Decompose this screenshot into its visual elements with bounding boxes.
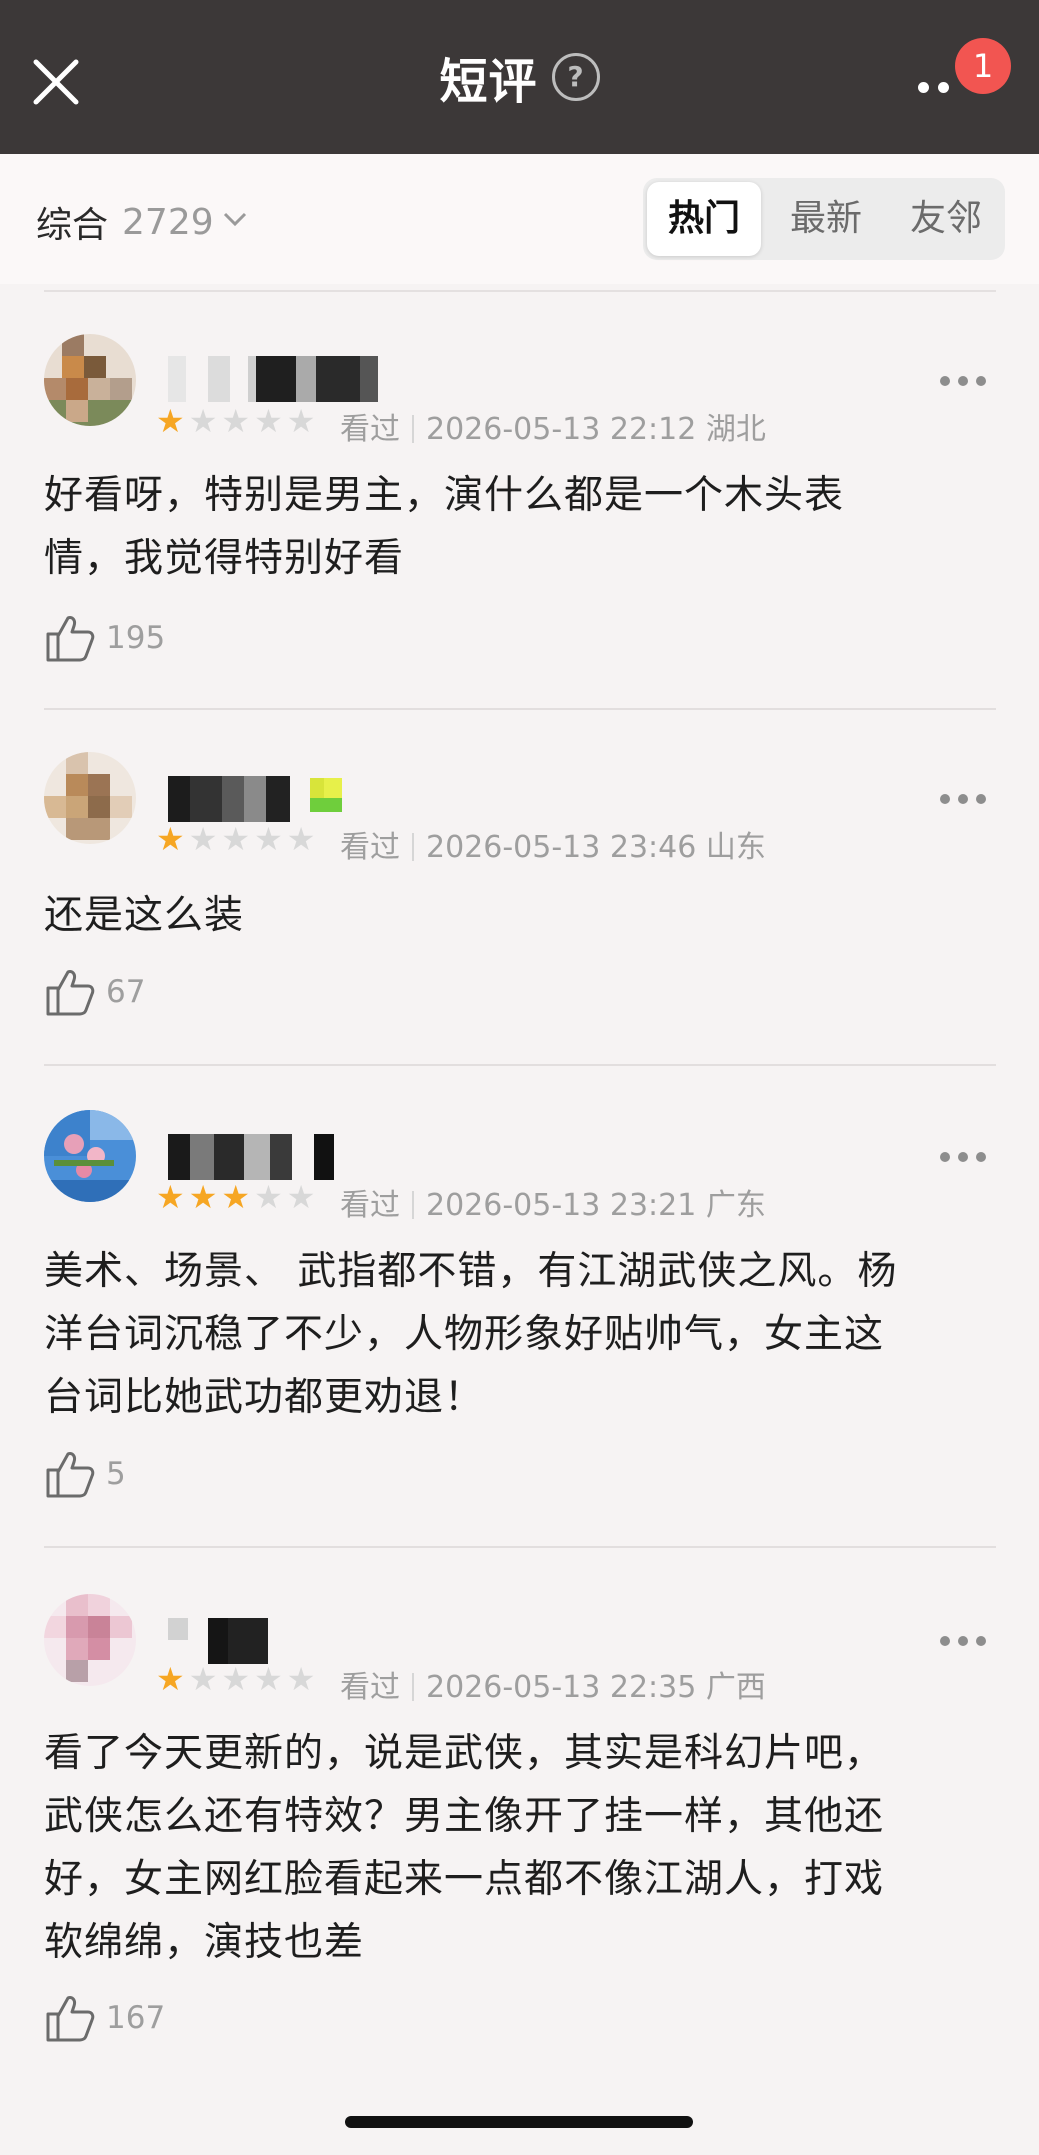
star-icon: ★ xyxy=(156,1660,185,1698)
username-mosaic xyxy=(168,1134,336,1180)
star-icon: ★ xyxy=(286,820,316,858)
notification-badge[interactable]: 1 xyxy=(955,38,1011,94)
username-mosaic xyxy=(168,1618,278,1664)
like-count: 5 xyxy=(106,1456,126,1492)
title-group: 短评 ? xyxy=(0,0,1039,154)
star-icon: ★ xyxy=(156,402,185,440)
review-text: 看了今天更新的，说是武侠，其实是科幻片吧， 武侠怎么还有特效？男主像开了挂一样，… xyxy=(44,1722,994,1974)
top-navigation-bar: 短评 ? 1 xyxy=(0,0,1039,154)
tab-latest[interactable]: 最新 xyxy=(767,178,885,260)
thumbs-up-icon xyxy=(46,1996,95,2042)
username-mosaic xyxy=(168,776,358,822)
star-icon: ★ xyxy=(221,402,251,440)
thumbs-up-icon xyxy=(46,970,95,1016)
star-icon: ★ xyxy=(156,820,185,858)
review-text: 好看呀，特别是男主，演什么都是一个木头表 情，我觉得特别好看 xyxy=(44,464,994,590)
avatar[interactable] xyxy=(44,334,136,426)
star-icon: ★ xyxy=(156,1178,185,1216)
star-icon: ★ xyxy=(221,820,251,858)
star-icon: ★ xyxy=(254,1178,283,1216)
star-icon: ★ xyxy=(188,1660,218,1698)
star-icon: ★ xyxy=(286,1660,316,1698)
thumbs-up-icon xyxy=(46,616,95,662)
avatar[interactable] xyxy=(44,1110,136,1202)
chevron-down-icon xyxy=(223,212,246,227)
tab-hot[interactable]: 热门 xyxy=(647,182,761,256)
review-time: 2026-05-13 22:35 xyxy=(426,1670,697,1705)
review-time: 2026-05-13 22:12 xyxy=(426,412,697,447)
review-time: 2026-05-13 23:46 xyxy=(426,830,697,865)
more-options-icon[interactable] xyxy=(940,790,986,810)
review-text: 还是这么装 xyxy=(44,884,994,947)
review-text-line: 好看呀，特别是男主，演什么都是一个木头表 xyxy=(44,473,845,518)
divider xyxy=(44,708,996,710)
review-location: 广西 xyxy=(705,1670,766,1705)
like-button[interactable]: 195 xyxy=(44,612,165,664)
star-rating: ★ ★ ★ ★ ★ xyxy=(156,404,315,438)
filter-bar: 综合 2729 热门 最新 友邻 xyxy=(0,154,1039,284)
sort-label: 综合 xyxy=(36,205,109,246)
star-icon: ★ xyxy=(254,820,283,858)
star-rating: ★ ★ ★ ★ ★ xyxy=(156,1180,315,1214)
star-icon: ★ xyxy=(254,402,283,440)
review-location: 山东 xyxy=(705,830,766,865)
star-icon: ★ xyxy=(188,820,218,858)
review-text: 美术、场景、 武指都不错，有江湖武侠之风。杨 洋台词沉稳了不少，人物形象好贴帅气… xyxy=(44,1240,994,1429)
review-text-line: 武侠怎么还有特效？男主像开了挂一样，其他还 xyxy=(44,1794,885,1839)
divider xyxy=(44,1546,996,1548)
thumbs-up-icon xyxy=(46,1452,95,1498)
review-count: 2729 xyxy=(122,201,214,243)
segmented-tabs: 热门 最新 友邻 xyxy=(643,178,1005,260)
review-text-line: 看了今天更新的，说是武侠，其实是科幻片吧， xyxy=(44,1731,885,1776)
review-text-line: 美术、场景、 武指都不错，有江湖武侠之风。杨 xyxy=(44,1249,898,1294)
watch-status: 看过 xyxy=(340,412,400,447)
home-indicator[interactable] xyxy=(345,2116,693,2128)
like-count: 167 xyxy=(106,2000,166,2036)
like-button[interactable]: 167 xyxy=(44,1992,165,2044)
more-options-icon[interactable] xyxy=(940,1632,986,1652)
review-location: 湖北 xyxy=(705,412,766,447)
star-rating: ★ ★ ★ ★ ★ xyxy=(156,1662,315,1696)
star-icon: ★ xyxy=(188,1178,218,1216)
review-meta: 看过 2026-05-13 22:35 广西 xyxy=(340,1662,766,1706)
watch-status: 看过 xyxy=(340,1188,400,1223)
like-count: 67 xyxy=(106,974,146,1010)
review-text-line: 好，女主网红脸看起来一点都不像江湖人，打戏 xyxy=(44,1857,885,1902)
review-meta: 看过 2026-05-13 23:46 山东 xyxy=(340,822,766,866)
watch-status: 看过 xyxy=(340,830,400,865)
watch-status: 看过 xyxy=(340,1670,400,1705)
avatar[interactable] xyxy=(44,752,136,844)
star-icon: ★ xyxy=(188,402,218,440)
sort-dropdown[interactable]: 综合 2729 xyxy=(36,196,248,248)
review-time: 2026-05-13 23:21 xyxy=(426,1188,697,1223)
review-meta: 看过 2026-05-13 22:12 湖北 xyxy=(340,404,766,448)
username-mosaic xyxy=(168,356,378,402)
divider xyxy=(44,1064,996,1066)
review-text-line: 台词比她武功都更劝退！ xyxy=(44,1375,485,1420)
like-button[interactable]: 5 xyxy=(44,1448,126,1500)
like-button[interactable]: 67 xyxy=(44,966,145,1018)
review-text-line: 软绵绵，演技也差 xyxy=(44,1920,365,1965)
more-options-icon[interactable] xyxy=(940,372,986,392)
more-options-icon[interactable] xyxy=(940,1148,986,1168)
review-text-line: 洋台词沉稳了不少，人物形象好贴帅气，女主这 xyxy=(44,1312,885,1357)
divider xyxy=(44,290,996,292)
like-count: 195 xyxy=(106,620,166,656)
star-rating: ★ ★ ★ ★ ★ xyxy=(156,822,315,856)
review-text-line: 情，我觉得特别好看 xyxy=(44,536,405,581)
star-icon: ★ xyxy=(286,1178,316,1216)
star-icon: ★ xyxy=(221,1660,251,1698)
review-text-line: 还是这么装 xyxy=(44,893,245,938)
avatar[interactable] xyxy=(44,1594,136,1686)
star-icon: ★ xyxy=(254,1660,283,1698)
help-icon[interactable]: ? xyxy=(551,53,600,101)
star-icon: ★ xyxy=(221,1178,251,1216)
page-title: 短评 xyxy=(439,54,538,110)
tab-friends[interactable]: 友邻 xyxy=(887,178,1005,260)
review-meta: 看过 2026-05-13 23:21 广东 xyxy=(340,1180,766,1224)
star-icon: ★ xyxy=(286,402,316,440)
review-location: 广东 xyxy=(705,1188,766,1223)
